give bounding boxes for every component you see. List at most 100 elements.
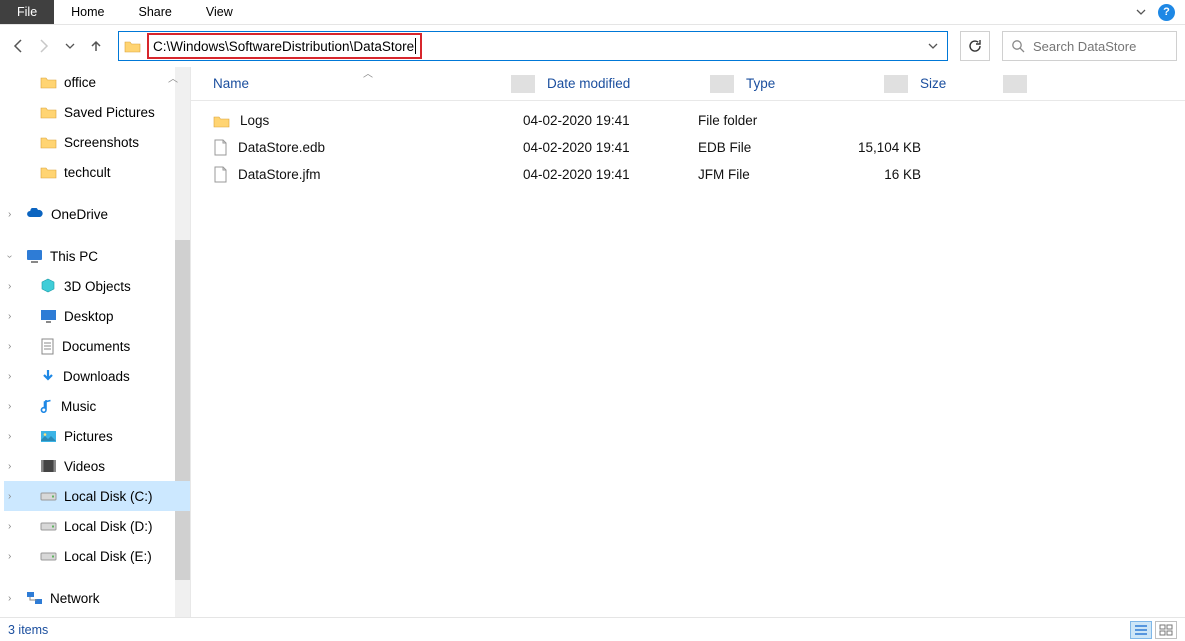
tab-view[interactable]: View [189,0,250,24]
sidebar-item-label: Screenshots [64,135,139,150]
address-folder-icon [119,39,145,53]
sidebar-item-label: Local Disk (D:) [64,519,153,534]
help-icon[interactable]: ? [1158,4,1175,21]
cube-icon [40,278,57,294]
chevron-right-icon[interactable]: › [8,431,11,442]
file-name: DataStore.jfm [238,167,321,182]
sidebar-item-documents[interactable]: ›Documents [4,331,190,361]
navigation-pane[interactable]: ︿ office Saved Pictures Screenshots tech… [0,67,190,617]
sidebar-item-label: Videos [64,459,105,474]
sidebar-item-videos[interactable]: › Videos [4,451,190,481]
file-name: DataStore.edb [238,140,325,155]
sidebar-item-label: Local Disk (C:) [64,489,153,504]
file-type: JFM File [686,167,836,182]
sidebar-item-techcult[interactable]: techcult [4,157,190,187]
file-icon [213,166,228,183]
search-box[interactable] [1002,31,1177,61]
desktop-icon [40,309,57,323]
sidebar-item-label: Local Disk (E:) [64,549,152,564]
chevron-right-icon[interactable]: › [8,341,11,352]
sidebar-item-label: Desktop [64,309,114,324]
sort-indicator-icon: ︿ [351,65,385,80]
down-icon [40,368,56,384]
address-bar[interactable]: C:\Windows\SoftwareDistribution\DataStor… [118,31,948,61]
sidebar-item-music[interactable]: ›Music [4,391,190,421]
column-size[interactable]: Size [908,76,1003,91]
sidebar-item-office[interactable]: office [4,67,190,97]
file-modified: 04-02-2020 19:41 [511,140,686,155]
sidebar-item-thispc[interactable]: › This PC [4,241,190,271]
expand-ribbon-icon[interactable] [1134,5,1148,19]
forward-button[interactable] [34,36,54,56]
chevron-right-icon[interactable]: › [8,521,11,532]
tab-home[interactable]: Home [54,0,121,24]
file-row[interactable]: Logs 04-02-2020 19:41File folder [191,107,1185,134]
scroll-up-icon[interactable]: ︿ [168,70,178,85]
refresh-button[interactable] [960,31,990,61]
sidebar-item-label: Network [50,591,100,606]
address-highlight: C:\Windows\SoftwareDistribution\DataStor… [147,33,422,59]
chevron-down-icon[interactable]: › [4,254,15,257]
view-details-button[interactable] [1130,621,1152,639]
chevron-right-icon[interactable]: › [8,371,11,382]
sidebar-item-label: office [64,75,96,90]
file-modified: 04-02-2020 19:41 [511,113,686,128]
file-row[interactable]: DataStore.edb04-02-2020 19:41EDB File15,… [191,134,1185,161]
sidebar-item-label: This PC [50,249,98,264]
recent-locations-button[interactable] [60,36,80,56]
sidebar-item-local-disk-e-[interactable]: › Local Disk (E:) [4,541,190,571]
sidebar-item-local-disk-c-[interactable]: › Local Disk (C:) [4,481,190,511]
file-row[interactable]: DataStore.jfm04-02-2020 19:41JFM File16 … [191,161,1185,188]
sidebar-item-3d-objects[interactable]: ›3D Objects [4,271,190,301]
search-icon [1011,39,1025,53]
chevron-right-icon[interactable]: › [8,401,11,412]
status-bar: 3 items [0,617,1185,641]
sidebar-item-label: OneDrive [51,207,108,222]
file-name: Logs [240,113,269,128]
sidebar-item-label: techcult [64,165,111,180]
column-type[interactable]: Type [734,76,884,91]
sidebar-item-label: Saved Pictures [64,105,155,120]
sidebar-item-desktop[interactable]: › Desktop [4,301,190,331]
chevron-right-icon[interactable]: › [8,311,11,322]
sidebar-item-onedrive[interactable]: › OneDrive [4,199,190,229]
up-button[interactable] [86,36,106,56]
pic-icon [40,430,57,443]
address-history-dropdown[interactable] [919,40,947,52]
ribbon-tabs: File Home Share View ? [0,0,1185,25]
sidebar-item-pictures[interactable]: › Pictures [4,421,190,451]
file-list-pane: ︿ Name Date modified Type Size Logs 04-02… [190,67,1185,617]
disk-icon [40,520,57,532]
doc-icon [40,338,55,355]
chevron-right-icon[interactable]: › [8,491,11,502]
file-icon [213,139,228,156]
sidebar-item-saved-pictures[interactable]: Saved Pictures [4,97,190,127]
sidebar-item-label: Pictures [64,429,113,444]
sidebar-item-network[interactable]: › Network [4,583,190,613]
search-input[interactable] [1033,39,1168,54]
disk-icon [40,490,57,502]
sidebar-item-local-disk-d-[interactable]: › Local Disk (D:) [4,511,190,541]
chevron-right-icon[interactable]: › [8,593,11,604]
address-text[interactable]: C:\Windows\SoftwareDistribution\DataStor… [153,39,414,54]
address-bar-row: C:\Windows\SoftwareDistribution\DataStor… [0,25,1185,67]
chevron-right-icon[interactable]: › [8,281,11,292]
tab-file[interactable]: File [0,0,54,24]
file-type: File folder [686,113,836,128]
chevron-right-icon[interactable]: › [8,209,11,220]
music-icon [40,398,54,415]
tab-share[interactable]: Share [122,0,189,24]
column-modified[interactable]: Date modified [535,76,710,91]
sidebar-item-label: Downloads [63,369,130,384]
chevron-right-icon[interactable]: › [8,551,11,562]
sidebar-item-downloads[interactable]: › Downloads [4,361,190,391]
file-type: EDB File [686,140,836,155]
back-button[interactable] [8,36,28,56]
video-icon [40,459,57,473]
column-headers[interactable]: ︿ Name Date modified Type Size [191,67,1185,101]
view-large-icons-button[interactable] [1155,621,1177,639]
chevron-right-icon[interactable]: › [8,461,11,472]
file-modified: 04-02-2020 19:41 [511,167,686,182]
sidebar-item-screenshots[interactable]: Screenshots [4,127,190,157]
folder-icon [213,114,230,128]
